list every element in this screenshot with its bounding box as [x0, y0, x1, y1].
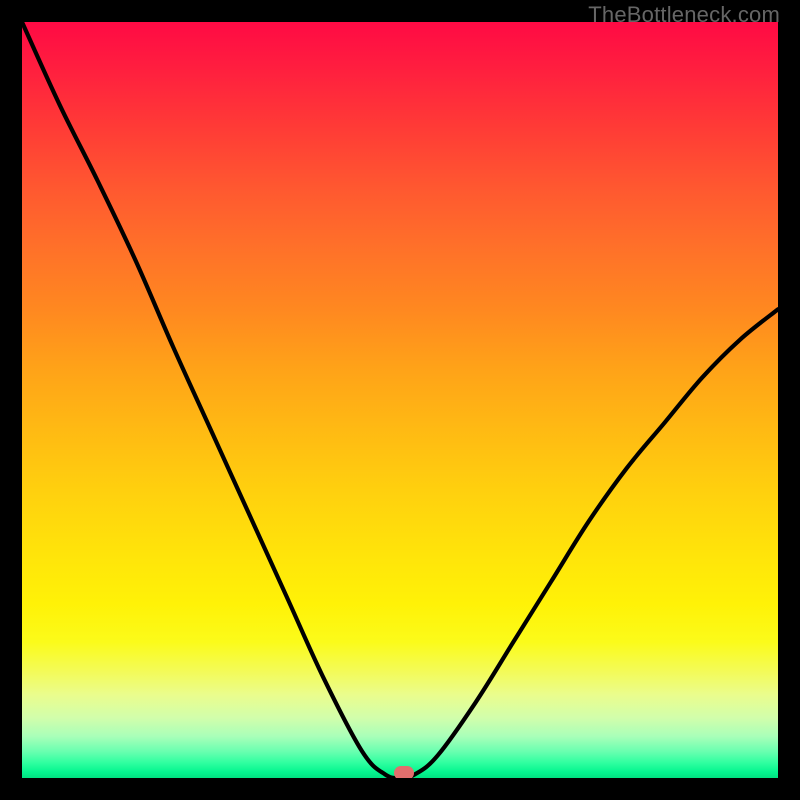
plot-area	[22, 22, 778, 778]
bottleneck-curve	[22, 22, 778, 778]
chart-frame: TheBottleneck.com	[0, 0, 800, 800]
watermark-text: TheBottleneck.com	[588, 2, 780, 28]
optimum-marker	[394, 766, 414, 778]
